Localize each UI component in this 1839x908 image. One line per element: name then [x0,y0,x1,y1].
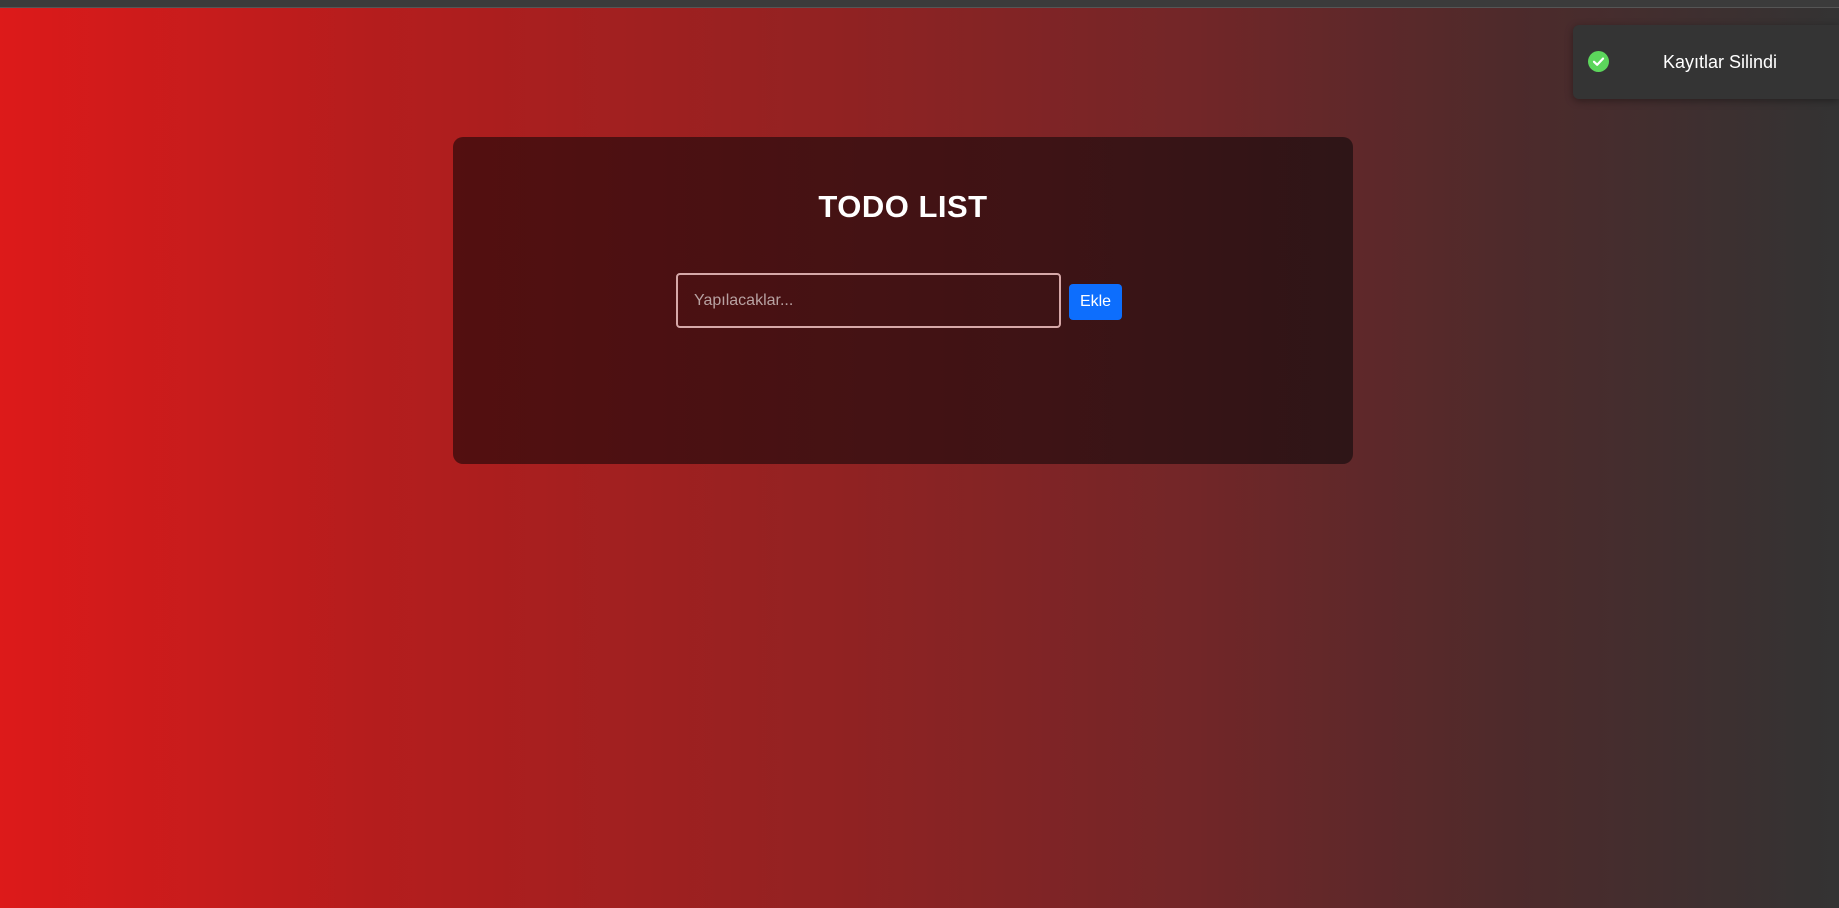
todo-input[interactable] [676,273,1061,328]
add-button[interactable]: Ekle [1069,284,1122,320]
todo-card: TODO LIST Ekle [453,137,1353,464]
toast-notification[interactable]: Kayıtlar Silindi [1573,25,1839,99]
page-title: TODO LIST [818,189,988,224]
browser-top-strip [0,0,1839,8]
toast-message: Kayıtlar Silindi [1663,52,1778,72]
check-circle-icon [1588,51,1609,72]
